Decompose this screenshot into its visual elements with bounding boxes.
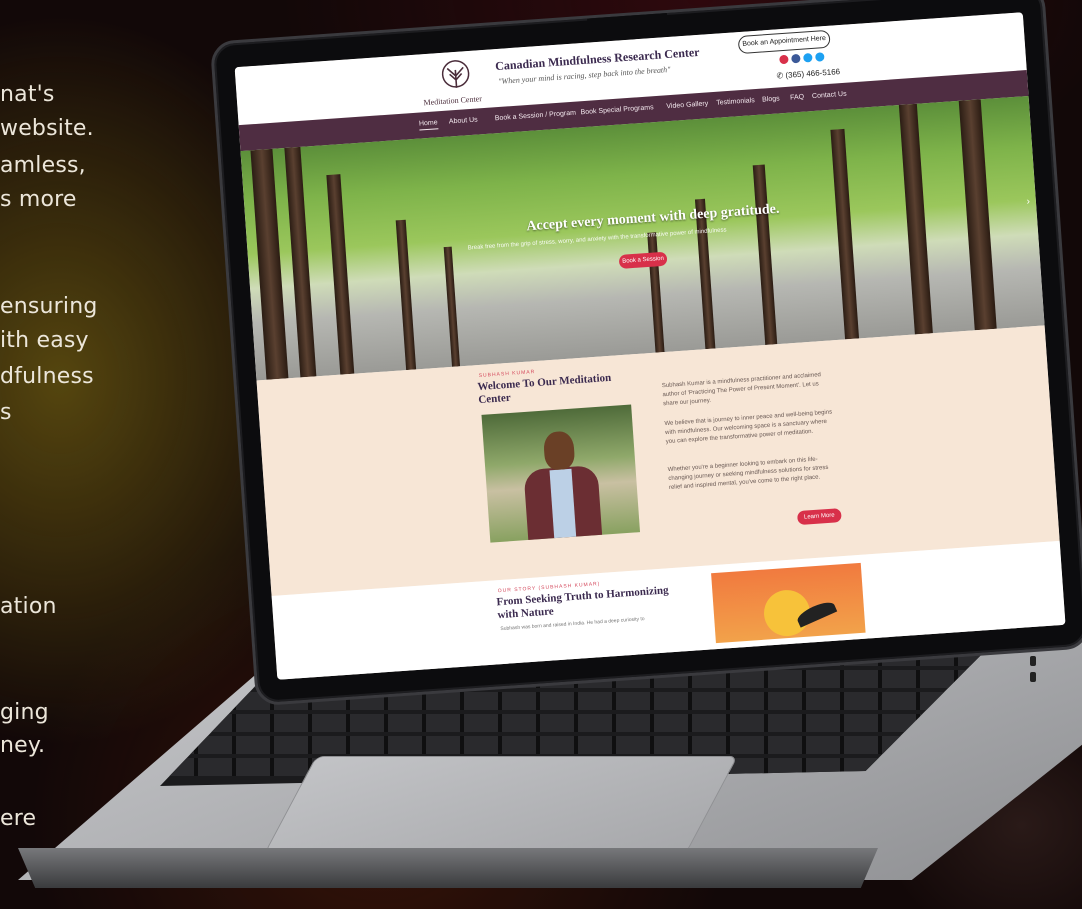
tree-trunk: [958, 99, 997, 331]
laptop-trackpad: [263, 756, 739, 854]
copy-line: s more: [0, 187, 77, 212]
welcome-paragraph: We believe that is journey to inner peac…: [664, 409, 833, 446]
nav-item-about[interactable]: About Us: [449, 116, 478, 125]
tree-trunk: [395, 219, 417, 371]
founder-photo: [481, 404, 641, 543]
key-row: [160, 714, 1000, 732]
book-session-button[interactable]: Book a Session: [618, 251, 668, 269]
copy-line: ensuring: [0, 294, 98, 319]
nav-item-home[interactable]: Home: [418, 119, 439, 131]
copy-line: ere: [0, 806, 37, 831]
copy-line: ation: [0, 594, 57, 619]
copy-line: s: [0, 400, 12, 425]
tree-trunk: [898, 103, 933, 335]
twitter-icon[interactable]: [815, 52, 825, 62]
tree-trunk: [647, 232, 665, 353]
logo-text: Meditation Center: [423, 94, 483, 108]
tree-trunk: [326, 174, 355, 375]
nav-item-testimonials[interactable]: Testimonials: [716, 97, 755, 107]
welcome-paragraph: Whether you're a beginner looking to emb…: [667, 456, 829, 492]
laptop-bezel: Meditation Center Canadian Mindfulness R…: [209, 0, 1082, 707]
tree-trunk: [284, 146, 317, 378]
copy-line: website.: [0, 116, 94, 141]
hero-heading: Accept every moment with deep gratitude.: [525, 201, 780, 235]
facebook-icon[interactable]: [791, 53, 801, 64]
book-appointment-button[interactable]: Book an Appointment Here: [737, 29, 831, 55]
nav-item-faq[interactable]: FAQ: [790, 94, 804, 102]
nav-item-special-programs[interactable]: Book Special Programs: [580, 104, 653, 116]
tree-trunk: [250, 148, 289, 380]
tree-trunk: [443, 246, 461, 367]
copy-line: dfulness: [0, 364, 94, 389]
linkedin-icon[interactable]: [803, 52, 813, 63]
tree-trunk: [752, 164, 778, 345]
youtube-icon[interactable]: [779, 54, 789, 65]
tree-trunk: [830, 128, 860, 340]
website-screen: Meditation Center Canadian Mindfulness R…: [234, 12, 1066, 680]
learn-more-button[interactable]: Learn More: [796, 508, 842, 526]
nav-item-blogs[interactable]: Blogs: [762, 95, 780, 103]
social-links: [779, 52, 825, 65]
camera-notch: [587, 13, 668, 33]
copy-line: amless,: [0, 153, 86, 178]
nav-item-contact[interactable]: Contact Us: [812, 91, 847, 100]
copy-line: ging: [0, 700, 49, 725]
chevron-right-icon[interactable]: ›: [1026, 196, 1030, 207]
copy-line: ith easy: [0, 328, 89, 353]
copy-line: nat's: [0, 82, 55, 107]
phone-number[interactable]: ✆ (365) 466-5166: [776, 67, 840, 80]
welcome-paragraph: Subhash Kumar is a mindfulness practitio…: [661, 372, 822, 408]
nav-item-book-session[interactable]: Book a Session / Program: [495, 110, 577, 123]
nav-item-video-gallery[interactable]: Video Gallery: [666, 100, 708, 110]
sunset-image: [711, 562, 866, 644]
hero-subtext: Break free from the grip of stress, worr…: [467, 227, 727, 252]
key-row: [160, 736, 1000, 754]
copy-line: ney.: [0, 733, 46, 758]
tree-logo-icon[interactable]: [435, 57, 478, 100]
laptop-front-edge: [18, 848, 878, 888]
